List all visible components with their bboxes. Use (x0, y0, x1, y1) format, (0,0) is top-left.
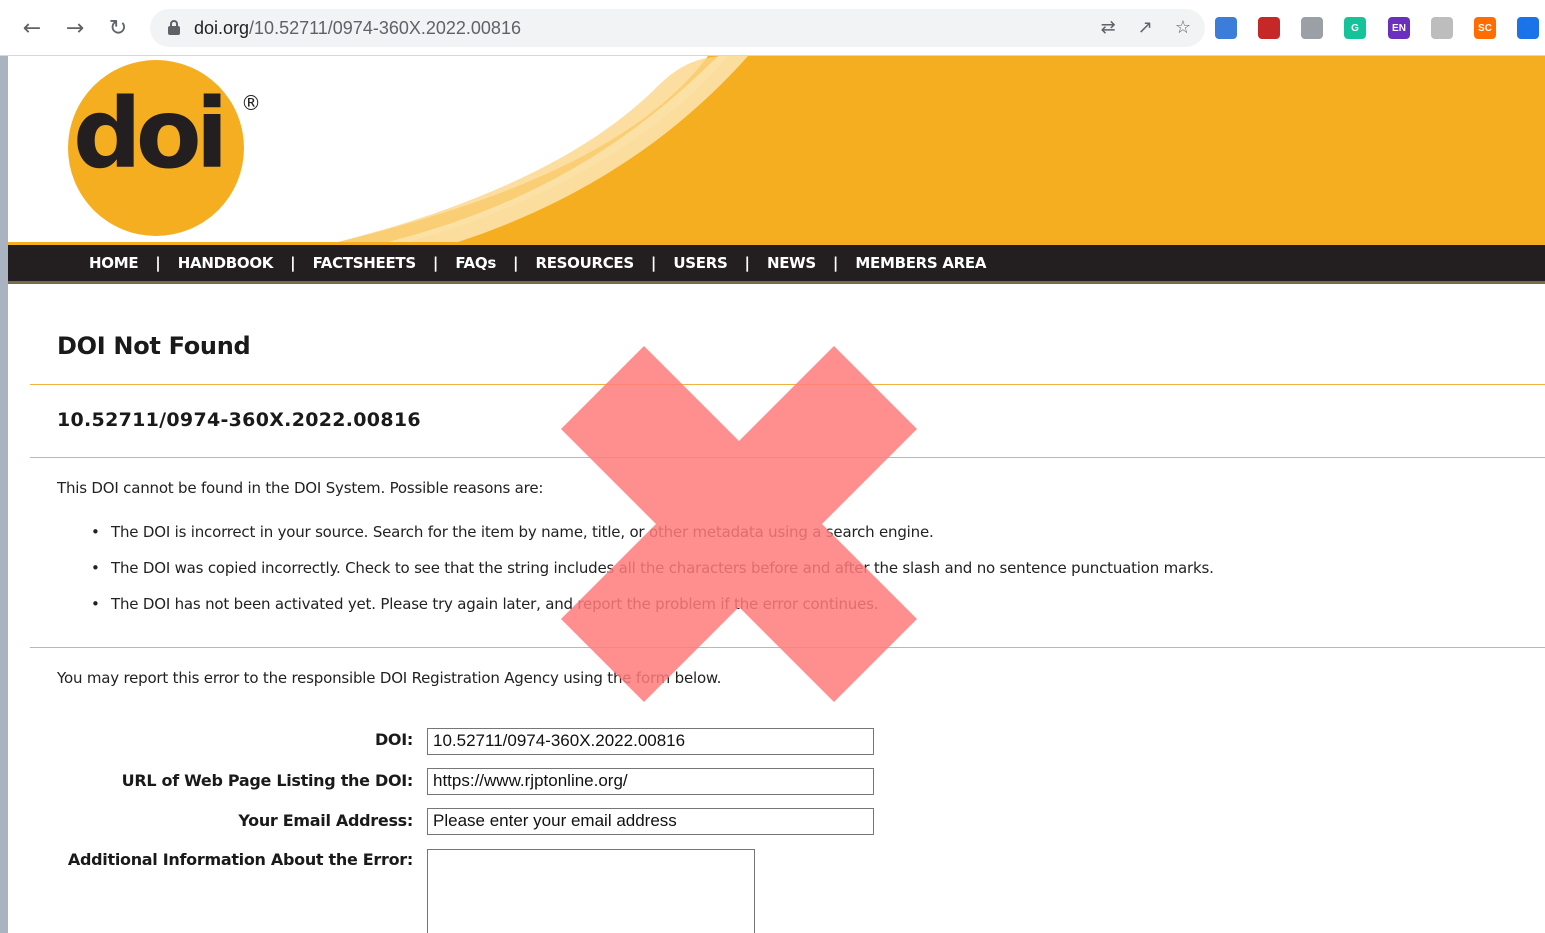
nav-link-faqs[interactable]: FAQs (455, 254, 496, 272)
nav-link-resources[interactable]: RESOURCES (535, 254, 634, 272)
url-path: /10.52711/0974-360X.2022.00816 (249, 18, 521, 38)
nav-link-handbook[interactable]: HANDBOOK (178, 254, 274, 272)
nav-link-news[interactable]: NEWS (767, 254, 816, 272)
nav-separator: | (432, 254, 439, 272)
nav-separator: | (155, 254, 161, 272)
url-host: doi.org (194, 18, 250, 38)
url-field[interactable]: https://www.rjptonline.org/ (427, 768, 874, 795)
extension-grammarly-icon[interactable]: G (1344, 17, 1366, 39)
divider (30, 384, 1545, 385)
intro-text: This DOI cannot be found in the DOI Syst… (57, 479, 544, 497)
report-text: You may report this error to the respons… (57, 669, 722, 687)
url-field-label: URL of Web Page Listing the DOI: (121, 771, 414, 790)
doi-field-label: DOI: (374, 730, 413, 749)
lock-icon[interactable] (168, 20, 180, 35)
nav-separator: | (650, 254, 657, 272)
email-field[interactable]: Please enter your email address (427, 808, 874, 835)
logo-text: doi (73, 78, 229, 190)
extension-person-icon[interactable] (1215, 17, 1237, 39)
site-banner: doi ® (8, 56, 1545, 242)
additional-info-label: Additional Information About the Error: (67, 850, 413, 869)
translate-icon[interactable]: ⇄ (1101, 17, 1116, 38)
divider (30, 647, 1545, 648)
url-text[interactable]: doi.org/10.52711/0974-360X.2022.00816 (194, 18, 521, 39)
extension-shield-icon[interactable] (1301, 17, 1323, 39)
list-item: The DOI has not been activated yet. Plea… (91, 595, 1214, 631)
divider (30, 457, 1545, 458)
back-arrow-icon[interactable]: ← (18, 14, 46, 42)
extension-en-icon[interactable]: EN (1388, 17, 1410, 39)
doi-field[interactable]: 10.52711/0974-360X.2022.00816 (427, 728, 874, 755)
additional-info-textarea[interactable] (427, 849, 755, 933)
nav-link-users[interactable]: USERS (673, 254, 727, 272)
browser-toolbar: ← → ↻ doi.org/10.52711/0974-360X.2022.00… (0, 0, 1545, 56)
doi-identifier: 10.52711/0974-360X.2022.00816 (57, 409, 421, 431)
nav-link-factsheets[interactable]: FACTSHEETS (313, 254, 417, 272)
nav-separator: | (512, 254, 519, 272)
extension-red-icon[interactable] (1258, 17, 1280, 39)
bookmark-star-icon[interactable]: ☆ (1175, 17, 1191, 38)
extension-blue-icon[interactable] (1517, 17, 1539, 39)
page-content: doi ® HOME | HANDBOOK | FACTSHEETS | FAQs | RESO… (8, 56, 1545, 933)
reasons-list: The DOI is incorrect in your source. Sea… (91, 523, 1214, 631)
nav-separator: | (832, 254, 839, 272)
nav-link-members-area[interactable]: MEMBERS AREA (855, 254, 986, 272)
extension-page-icon[interactable] (1431, 17, 1453, 39)
main-nav: HOME | HANDBOOK | FACTSHEETS | FAQs | RESOURCES |… (8, 242, 1545, 284)
share-icon[interactable]: ↗ (1138, 17, 1153, 38)
nav-separator: | (290, 254, 296, 272)
email-field-label: Your Email Address: (238, 811, 413, 830)
address-bar[interactable]: doi.org/10.52711/0974-360X.2022.00816 ⇄ … (150, 9, 1205, 47)
list-item: The DOI is incorrect in your source. Sea… (91, 523, 1214, 559)
reload-icon[interactable]: ↻ (104, 14, 132, 42)
nav-link-home[interactable]: HOME (89, 254, 139, 272)
registered-mark: ® (241, 91, 261, 115)
page-title: DOI Not Found (57, 332, 251, 360)
forward-arrow-icon[interactable]: → (61, 14, 89, 42)
list-item: The DOI was copied incorrectly. Check to… (91, 559, 1214, 595)
nav-separator: | (744, 254, 750, 272)
extension-sc-icon[interactable]: SC (1474, 17, 1496, 39)
